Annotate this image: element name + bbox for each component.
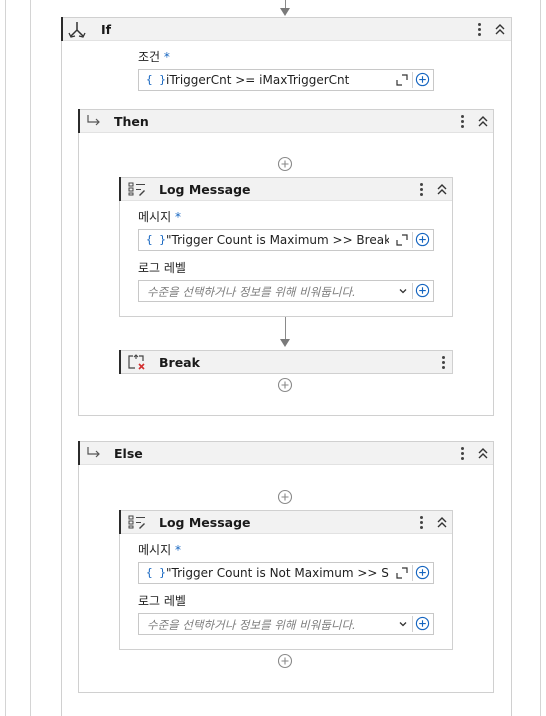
- then-title: Then: [114, 114, 149, 129]
- outer-left-guide: [5, 0, 6, 716]
- log-message-icon: [128, 515, 145, 529]
- break-accent: [119, 350, 121, 374]
- else-level-label: 로그 레벨: [138, 594, 186, 608]
- if-header[interactable]: [62, 18, 511, 41]
- then-header-accent: [78, 109, 80, 133]
- then-connector-line: [285, 317, 286, 340]
- then-level-label: 로그 레벨: [138, 261, 186, 275]
- else-message-label: 메시지 *: [138, 543, 181, 557]
- if-more-options-icon[interactable]: [474, 19, 484, 39]
- dropdown-chevron-icon[interactable]: [398, 285, 408, 297]
- then-level-dropdown[interactable]: 수준을 선택하거나 정보를 위해 비워둡니다.: [138, 280, 434, 302]
- else-level-dropdown[interactable]: 수준을 선택하거나 정보를 위해 비워둡니다.: [138, 613, 434, 635]
- then-collapse-icon[interactable]: [476, 113, 490, 129]
- else-title: Else: [114, 446, 143, 461]
- else-log-more-options-icon[interactable]: [416, 512, 426, 532]
- else-log-message-accent: [119, 510, 121, 534]
- add-circle-icon[interactable]: [415, 232, 430, 247]
- else-add-activity-top-icon[interactable]: [277, 489, 293, 505]
- then-log-message-title: Log Message: [159, 182, 251, 197]
- else-collapse-icon[interactable]: [476, 445, 490, 461]
- then-level-placeholder: 수준을 선택하거나 정보를 위해 비워둡니다.: [147, 285, 356, 299]
- else-add-activity-bottom-icon[interactable]: [277, 653, 293, 669]
- else-level-placeholder: 수준을 선택하거나 정보를 위해 비워둡니다.: [147, 618, 356, 632]
- expand-editor-icon[interactable]: [396, 74, 408, 86]
- then-arrow-icon: [87, 115, 100, 126]
- then-message-value: "Trigger Count is Maximum >> Break Tri: [166, 233, 389, 247]
- if-title: If: [101, 22, 112, 37]
- then-more-options-icon[interactable]: [457, 111, 467, 131]
- log-message-icon: [128, 182, 145, 196]
- then-connector-arrowhead: [280, 339, 290, 347]
- if-icon: [68, 22, 86, 38]
- else-header-accent: [78, 441, 80, 465]
- break-title: Break: [159, 355, 200, 370]
- if-collapse-icon[interactable]: [493, 21, 507, 37]
- then-message-field[interactable]: { } "Trigger Count is Maximum >> Break T…: [138, 229, 434, 251]
- then-log-message-accent: [119, 177, 121, 201]
- top-connector-arrowhead: [280, 8, 290, 16]
- add-circle-icon[interactable]: [415, 616, 430, 631]
- condition-field[interactable]: { } iTriggerCnt >= iMaxTriggerCnt: [138, 69, 434, 91]
- expression-brace-icon: { }: [146, 73, 166, 86]
- then-message-label: 메시지 *: [138, 210, 181, 224]
- expand-editor-icon[interactable]: [396, 234, 408, 246]
- condition-label: 조건 *: [138, 50, 170, 64]
- sequence-left-guide: [30, 0, 31, 716]
- else-message-value: "Trigger Count is Not Maximum >> Star: [166, 566, 389, 580]
- sequence-right-guide: [540, 0, 541, 716]
- add-circle-icon[interactable]: [415, 565, 430, 580]
- dropdown-chevron-icon[interactable]: [398, 618, 408, 630]
- else-message-field[interactable]: { } "Trigger Count is Not Maximum >> Sta…: [138, 562, 434, 584]
- else-log-message-title: Log Message: [159, 515, 251, 530]
- break-more-options-icon[interactable]: [438, 352, 448, 372]
- add-circle-icon[interactable]: [415, 72, 430, 87]
- else-arrow-icon: [87, 447, 100, 458]
- then-log-collapse-icon[interactable]: [435, 181, 449, 197]
- add-circle-icon[interactable]: [415, 283, 430, 298]
- expression-brace-icon: { }: [146, 233, 166, 246]
- then-log-more-options-icon[interactable]: [416, 179, 426, 199]
- break-icon: [128, 354, 145, 370]
- else-log-collapse-icon[interactable]: [435, 514, 449, 530]
- expand-editor-icon[interactable]: [396, 567, 408, 579]
- condition-value: iTriggerCnt >= iMaxTriggerCnt: [166, 73, 350, 87]
- expression-brace-icon: { }: [146, 566, 166, 579]
- then-add-activity-top-icon[interactable]: [277, 156, 293, 172]
- if-header-accent: [61, 17, 63, 41]
- else-more-options-icon[interactable]: [457, 443, 467, 463]
- then-add-activity-bottom-icon[interactable]: [277, 377, 293, 393]
